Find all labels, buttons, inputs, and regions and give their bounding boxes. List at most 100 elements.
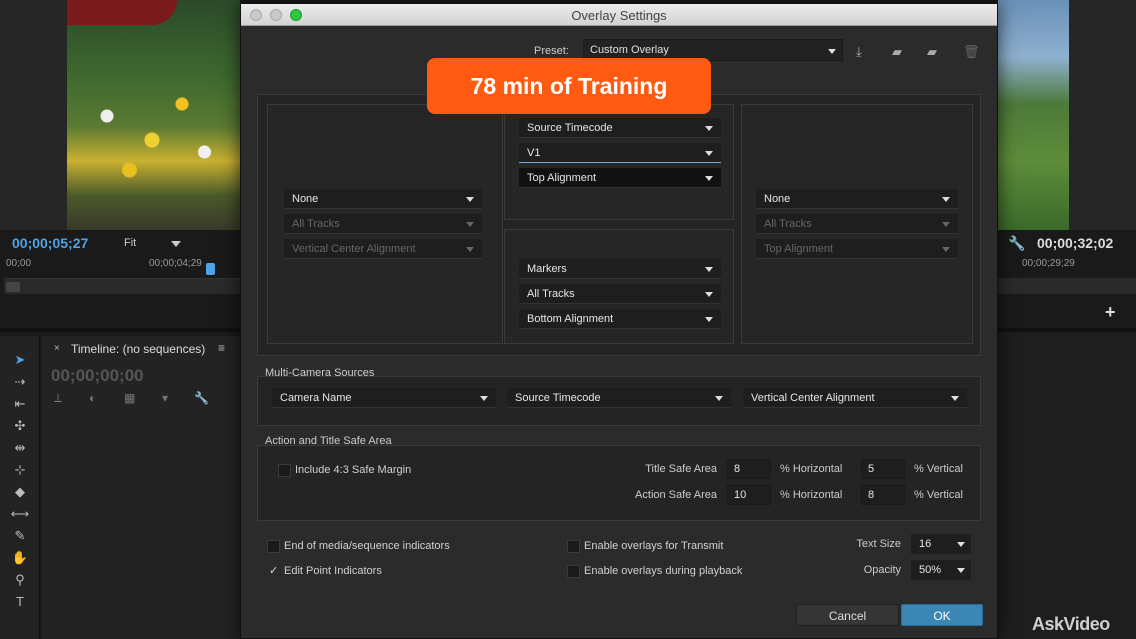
video-boat [67, 0, 177, 25]
multicam-type-dropdown[interactable]: Source Timecode [507, 388, 731, 408]
right-zone-alignment-dropdown[interactable]: Top Alignment [756, 239, 958, 259]
opacity-value: 50% [919, 564, 942, 576]
scrollbar-thumb[interactable] [6, 282, 20, 292]
rate-stretch-tool-icon[interactable]: ⇹ [10, 440, 30, 458]
top-center-alignment-dropdown[interactable]: Top Alignment [519, 168, 721, 188]
delete-preset-icon[interactable]: 🗑 [963, 44, 980, 60]
right-zone-alignment-value: Top Alignment [764, 243, 834, 255]
source-monitor-video [67, 0, 240, 230]
playback-checkbox[interactable] [567, 565, 580, 578]
title-safe-horizontal-input[interactable]: 8 [727, 459, 771, 479]
chevron-down-icon [705, 176, 713, 181]
import-preset-icon[interactable]: ▰ [892, 44, 902, 60]
cancel-button[interactable]: Cancel [796, 604, 899, 626]
top-center-tracks-dropdown[interactable]: V1 [519, 143, 721, 163]
source-playhead[interactable] [206, 263, 215, 275]
linked-selection-icon[interactable]: ◐ [89, 391, 96, 405]
opacity-dropdown[interactable]: 50% [911, 560, 971, 580]
chevron-down-icon [705, 126, 713, 131]
right-zone-tracks-dropdown[interactable]: All Tracks [756, 214, 958, 234]
pen-tool-icon[interactable]: ✎ [10, 528, 30, 546]
multicam-box: Camera Name Source Timecode Vertical Cen… [257, 376, 981, 426]
timeline-timecode[interactable]: 00;00;00;00 [51, 366, 144, 386]
edit-point-checkmark-icon[interactable]: ✓ [269, 564, 278, 577]
title-safe-label: Title Safe Area [645, 463, 717, 475]
source-scrollbar[interactable] [4, 278, 240, 294]
action-safe-vertical-input[interactable]: 8 [861, 485, 905, 505]
bottom-center-type-dropdown[interactable]: Markers [519, 259, 721, 279]
program-timecode[interactable]: 00;00;32;02 [1037, 235, 1113, 251]
right-bottom-panel [998, 332, 1136, 639]
vertical-unit-label: % Vertical [914, 463, 963, 475]
bottom-center-zone: Markers All Tracks Bottom Alignment [504, 229, 734, 344]
snap-icon[interactable]: ⟂ [54, 391, 62, 406]
ripple-edit-tool-icon[interactable]: ⇤ [10, 396, 30, 414]
multicam-name-dropdown[interactable]: Camera Name [272, 388, 496, 408]
opacity-label: Opacity [863, 564, 901, 576]
source-ruler-start: 00;00 [6, 258, 32, 269]
chevron-down-icon [480, 396, 488, 401]
overlay-settings-dialog: Overlay Settings Preset: Custom Overlay … [240, 3, 998, 639]
nest-icon[interactable]: ▦ [124, 391, 135, 405]
timeline-menu-icon[interactable]: ≡ [218, 341, 225, 355]
left-zone-alignment-dropdown[interactable]: Vertical Center Alignment [284, 239, 482, 259]
right-zone: None All Tracks Top Alignment [741, 104, 973, 344]
edit-point-label: Edit Point Indicators [284, 565, 382, 577]
fit-dropdown-label[interactable]: Fit [124, 237, 136, 249]
promo-banner: 78 min of Training [427, 58, 711, 114]
hand-tool-icon[interactable]: ✋ [10, 550, 30, 568]
horizontal-unit-label: % Horizontal [780, 489, 843, 501]
razor-tool-icon[interactable]: ⊹ [10, 462, 30, 480]
rolling-edit-tool-icon[interactable]: ✣ [10, 418, 30, 436]
multicam-alignment-dropdown[interactable]: Vertical Center Alignment [743, 388, 967, 408]
left-zone-type-dropdown[interactable]: None [284, 189, 482, 209]
program-monitor-video [998, 0, 1069, 230]
chevron-down-icon [466, 197, 474, 202]
title-safe-vertical-input[interactable]: 5 [861, 459, 905, 479]
chevron-down-icon [957, 542, 965, 547]
source-timecode[interactable]: 00;00;05;27 [12, 235, 88, 251]
transmit-checkbox[interactable] [567, 540, 580, 553]
fit-dropdown-caret-icon[interactable] [171, 241, 181, 247]
left-zone: None All Tracks Vertical Center Alignmen… [267, 104, 503, 344]
type-tool-icon[interactable]: T [10, 594, 30, 612]
program-scrollbar[interactable] [998, 278, 1136, 294]
bottom-center-tracks-dropdown[interactable]: All Tracks [519, 284, 721, 304]
vertical-unit-label: % Vertical [914, 489, 963, 501]
chevron-down-icon [466, 247, 474, 252]
source-ruler-mark: 00;00;04;29 [149, 258, 202, 269]
selection-tool-icon[interactable]: ➤ [10, 352, 30, 370]
left-zone-type-value: None [292, 193, 319, 205]
add-button-icon[interactable]: + [1105, 302, 1116, 323]
wrench-icon[interactable]: 🔧 [1008, 235, 1025, 252]
include-43-checkbox[interactable] [278, 464, 291, 477]
timeline-title: Timeline: (no sequences) [71, 342, 206, 356]
top-center-type-dropdown[interactable]: Source Timecode [519, 118, 721, 138]
chevron-down-icon [828, 49, 836, 54]
tools-panel: ➤ ⇢ ⇤ ✣ ⇹ ⊹ ◆ ⟷ ✎ ✋ ⚲ T [0, 336, 40, 639]
timeline-close-icon[interactable]: × [54, 343, 60, 354]
bottom-center-alignment-dropdown[interactable]: Bottom Alignment [519, 309, 721, 329]
chevron-down-icon [705, 292, 713, 297]
text-size-dropdown[interactable]: 16 [911, 534, 971, 554]
end-indicators-checkbox[interactable] [267, 540, 280, 553]
add-marker-icon[interactable]: ▾ [162, 391, 168, 405]
timeline-wrench-icon[interactable]: 🔧 [194, 391, 209, 405]
slip-tool-icon[interactable]: ◆ [10, 484, 30, 502]
chevron-down-icon [715, 396, 723, 401]
right-zone-type-dropdown[interactable]: None [756, 189, 958, 209]
program-ruler-mark: 00;00;29;29 [1022, 258, 1075, 269]
left-zone-tracks-dropdown[interactable]: All Tracks [284, 214, 482, 234]
dialog-titlebar[interactable]: Overlay Settings [241, 4, 997, 26]
action-safe-horizontal-value: 10 [734, 489, 747, 501]
zoom-tool-icon[interactable]: ⚲ [10, 572, 30, 590]
slide-tool-icon[interactable]: ⟷ [10, 506, 30, 524]
chevron-down-icon [705, 151, 713, 156]
track-select-tool-icon[interactable]: ⇢ [10, 374, 30, 392]
action-safe-horizontal-input[interactable]: 10 [727, 485, 771, 505]
ok-button[interactable]: OK [901, 604, 983, 626]
save-preset-icon[interactable]: ⤓ [856, 44, 862, 60]
export-preset-icon[interactable]: ▰ [927, 44, 937, 60]
preset-label: Preset: [534, 45, 569, 57]
title-safe-horizontal-value: 8 [734, 463, 741, 475]
